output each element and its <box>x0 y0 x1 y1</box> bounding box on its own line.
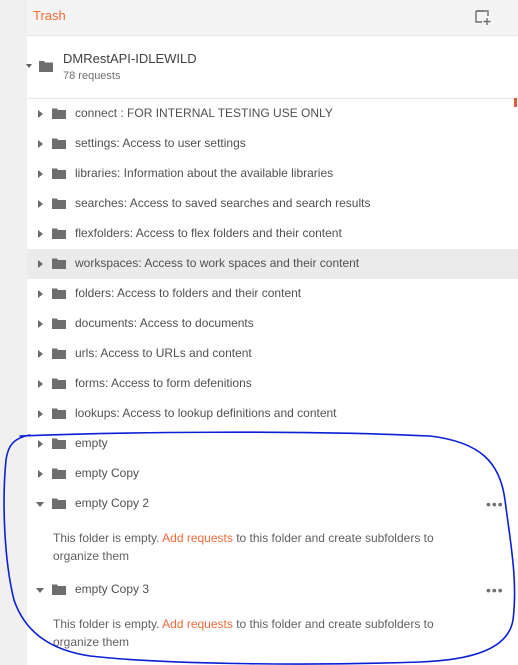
caret-right-icon[interactable] <box>36 439 44 449</box>
folder-row[interactable]: empty Copy <box>27 459 518 489</box>
folder-icon <box>52 438 66 449</box>
folder-row[interactable]: libraries: Information about the availab… <box>27 159 518 189</box>
folder-label[interactable]: empty Copy 3 <box>75 582 149 596</box>
folder-label[interactable]: workspaces: Access to work spaces and th… <box>75 256 359 270</box>
sidebar-header <box>27 0 518 36</box>
caret-right-icon[interactable] <box>36 229 44 239</box>
folder-icon <box>52 318 66 329</box>
folder-row[interactable]: folders: Access to folders and their con… <box>27 279 518 309</box>
folder-label[interactable]: flexfolders: Access to flex folders and … <box>75 226 342 240</box>
folder-label[interactable]: urls: Access to URLs and content <box>75 346 252 360</box>
folder-icon <box>52 288 66 299</box>
folder-row[interactable]: forms: Access to form defenitions <box>27 369 518 399</box>
add-requests-link[interactable]: Add requests <box>162 617 233 631</box>
caret-down-icon[interactable] <box>36 585 44 595</box>
caret-right-icon[interactable] <box>36 409 44 419</box>
caret-right-icon[interactable] <box>36 169 44 179</box>
folder-label[interactable]: folders: Access to folders and their con… <box>75 286 301 300</box>
folder-row[interactable]: urls: Access to URLs and content <box>27 339 518 369</box>
folder-icon <box>52 198 66 209</box>
folder-icon <box>52 498 66 509</box>
caret-right-icon[interactable] <box>36 109 44 119</box>
folder-icon <box>52 348 66 359</box>
folder-row[interactable]: connect : FOR INTERNAL TESTING USE ONLY <box>27 99 518 129</box>
caret-right-icon[interactable] <box>36 199 44 209</box>
caret-right-icon[interactable] <box>36 289 44 299</box>
caret-right-icon[interactable] <box>36 259 44 269</box>
folder-icon <box>52 408 66 419</box>
folder-label[interactable]: documents: Access to documents <box>75 316 254 330</box>
add-requests-link[interactable]: Add requests <box>162 531 233 545</box>
left-gutter <box>0 0 27 665</box>
folder-label[interactable]: connect : FOR INTERNAL TESTING USE ONLY <box>75 106 333 120</box>
folder-icon <box>39 61 53 72</box>
collection-name[interactable]: DMRestAPI-IDLEWILD <box>63 51 197 66</box>
folder-icon <box>52 584 66 595</box>
folder-row[interactable]: documents: Access to documents <box>27 309 518 339</box>
more-options-icon[interactable]: ••• <box>486 582 504 598</box>
folder-label[interactable]: forms: Access to form defenitions <box>75 376 252 390</box>
new-collection-icon[interactable] <box>474 8 492 26</box>
folder-label[interactable]: lookups: Access to lookup definitions an… <box>75 406 337 420</box>
folder-row[interactable]: workspaces: Access to work spaces and th… <box>27 249 518 279</box>
folder-row[interactable]: empty <box>27 429 518 459</box>
trash-link[interactable]: Trash <box>33 8 66 23</box>
folder-label[interactable]: empty Copy <box>75 466 139 480</box>
folder-row[interactable]: empty Copy 3 ••• <box>27 575 518 605</box>
more-options-icon[interactable]: ••• <box>486 496 504 512</box>
folder-label[interactable]: empty Copy 2 <box>75 496 149 510</box>
caret-down-icon[interactable] <box>25 62 33 70</box>
folder-icon <box>52 168 66 179</box>
folder-row[interactable]: flexfolders: Access to flex folders and … <box>27 219 518 249</box>
folder-icon <box>52 228 66 239</box>
empty-message-prefix: This folder is empty. <box>53 617 163 631</box>
caret-down-icon[interactable] <box>36 499 44 509</box>
folder-row[interactable]: lookups: Access to lookup definitions an… <box>27 399 518 429</box>
folder-icon <box>52 258 66 269</box>
folder-icon <box>52 138 66 149</box>
collections-sidebar: Trash DMRestAPI-IDLEWILD 78 requests con… <box>0 0 518 665</box>
caret-right-icon[interactable] <box>36 379 44 389</box>
folder-row[interactable]: settings: Access to user settings <box>27 129 518 159</box>
folder-icon <box>52 378 66 389</box>
folder-label[interactable]: libraries: Information about the availab… <box>75 166 333 180</box>
caret-right-icon[interactable] <box>36 319 44 329</box>
folder-label[interactable]: empty <box>75 436 108 450</box>
folder-row[interactable]: searches: Access to saved searches and s… <box>27 189 518 219</box>
caret-right-icon[interactable] <box>36 349 44 359</box>
folder-icon <box>52 108 66 119</box>
empty-message-prefix: This folder is empty. <box>53 531 163 545</box>
folder-row[interactable]: empty Copy 2 ••• <box>27 489 518 519</box>
caret-right-icon[interactable] <box>36 469 44 479</box>
empty-folder-message: This folder is empty. Add requests to th… <box>53 615 473 651</box>
caret-right-icon[interactable] <box>36 139 44 149</box>
folder-label[interactable]: settings: Access to user settings <box>75 136 246 150</box>
folder-icon <box>52 468 66 479</box>
collection-request-count: 78 requests <box>63 70 121 82</box>
empty-folder-message: This folder is empty. Add requests to th… <box>53 529 473 565</box>
folder-label[interactable]: searches: Access to saved searches and s… <box>75 196 370 210</box>
